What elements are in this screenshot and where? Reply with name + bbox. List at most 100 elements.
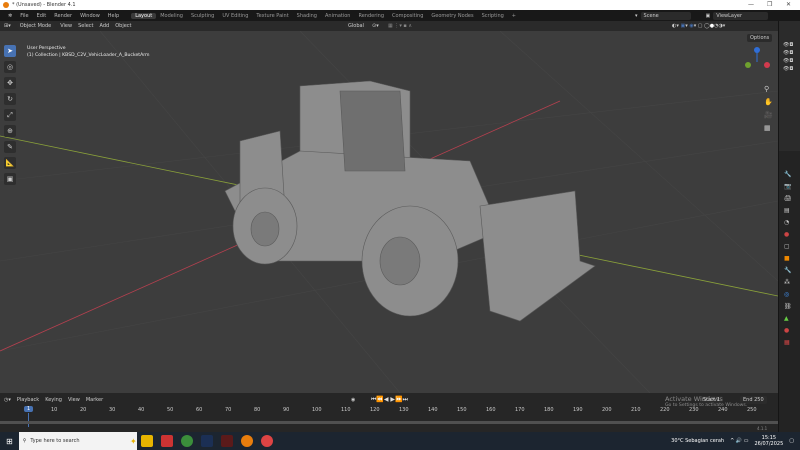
transform-tool-icon[interactable]: ⊕ xyxy=(4,125,16,137)
timeline[interactable]: ◷▾ Playback Keying View Marker ◉ ⏮⏪◀ ▶⏩⏭… xyxy=(0,393,778,432)
frame-tick-label: 20 xyxy=(80,407,87,413)
properties-tabs[interactable]: 🔧 📷 🖨 ▤ ◔ ● ▢ ■ 🔧 ⁂ ◎ ⛓ ▲ ● ▦ xyxy=(784,171,792,347)
start-button-icon[interactable]: ⊞ xyxy=(6,437,13,446)
move-tool-icon[interactable]: ✥ xyxy=(4,77,16,89)
taskbar-search-box[interactable]: ⚲ Type here to search ✦ xyxy=(18,432,137,450)
editor-type-icon[interactable]: ⊞▾ xyxy=(4,23,11,29)
menu-select[interactable]: Select xyxy=(78,23,93,29)
scene-icon[interactable]: ▾ xyxy=(635,13,638,19)
outliner-visibility-icons[interactable]: 👁◘ 👁◘ 👁◘ 👁◘ xyxy=(779,21,800,73)
measure-tool-icon[interactable]: 📐 xyxy=(4,157,16,169)
tab-sculpting[interactable]: Sculpting xyxy=(187,13,218,19)
collection-tab-icon: ▢ xyxy=(784,243,790,250)
viewport-scene xyxy=(0,31,778,393)
zoom-icon[interactable]: ⚲ xyxy=(764,83,773,96)
tab-scripting[interactable]: Scripting xyxy=(478,13,508,19)
clock[interactable]: 15:15 26/07/2025 xyxy=(754,435,783,447)
tab-geometry-nodes[interactable]: Geometry Nodes xyxy=(427,13,477,19)
scale-tool-icon[interactable]: ⤢ xyxy=(4,109,16,121)
menu-object[interactable]: Object xyxy=(115,23,131,29)
tab-compositing[interactable]: Compositing xyxy=(388,13,427,19)
window-title: * (Unsaved) - Blender 4.1 xyxy=(12,2,76,8)
outliner[interactable]: 👁◘ 👁◘ 👁◘ 👁◘ xyxy=(778,21,800,151)
menu-keying[interactable]: Keying xyxy=(45,397,62,403)
view-layer-field[interactable]: ViewLayer xyxy=(713,11,769,20)
weather-widget[interactable]: 30°C Sebagian cerah xyxy=(671,438,724,444)
tab-layout[interactable]: Layout xyxy=(131,12,157,19)
minimize-button[interactable]: — xyxy=(748,0,754,10)
tab-animation[interactable]: Animation xyxy=(321,13,355,19)
clock-date: 26/07/2025 xyxy=(754,441,784,447)
menu-file[interactable]: File xyxy=(16,13,32,19)
blender-taskbar-icon[interactable] xyxy=(240,435,253,447)
blender-menu-icon[interactable]: ✲ xyxy=(4,13,16,19)
auto-key-icon[interactable]: ◉ xyxy=(351,397,355,403)
scene-selector-bar: ▾ Scene ▣ ViewLayer xyxy=(635,10,800,21)
timeline-editor-icon[interactable]: ◷▾ xyxy=(4,397,11,403)
scene-name-field[interactable]: Scene xyxy=(640,11,691,20)
frame-tick-label: 30 xyxy=(109,407,116,413)
menu-window[interactable]: Window xyxy=(76,13,104,19)
menu-view[interactable]: View xyxy=(68,397,80,403)
pivot-icon[interactable]: ⊙▾ xyxy=(372,23,379,29)
menu-view[interactable]: View xyxy=(60,23,72,29)
world-tab-icon: ● xyxy=(784,231,790,238)
shading-modes[interactable]: ◐▾ ▣▾ ◉▾ ▢ ◯●◔◑▾ xyxy=(672,23,725,29)
add-workspace-button[interactable]: + xyxy=(508,13,520,19)
frame-tick-label: 250 xyxy=(747,407,757,413)
chrome-taskbar-icon[interactable] xyxy=(260,435,273,447)
playhead[interactable] xyxy=(28,413,29,427)
tab-rendering[interactable]: Rendering xyxy=(354,13,388,19)
current-frame-indicator[interactable]: 1 xyxy=(24,406,34,412)
close-button[interactable]: ✕ xyxy=(786,0,791,10)
tab-shading[interactable]: Shading xyxy=(293,13,321,19)
menu-help[interactable]: Help xyxy=(104,13,123,19)
snap-icon[interactable]: ▦ ⋮▾ ▪ ∧ xyxy=(388,23,412,29)
wheel-loader-model xyxy=(224,80,596,322)
viewport-header: ⊞▾ Object Mode View Select Add Object Gl… xyxy=(0,21,778,31)
3d-viewport[interactable]: ➤ ◎ ✥ ↻ ⤢ ⊕ ✎ 📐 ▣ User Perspective (1) C… xyxy=(0,31,778,393)
file-explorer-icon[interactable] xyxy=(140,435,153,447)
frame-tick-label: 40 xyxy=(138,407,145,413)
menu-render[interactable]: Render xyxy=(50,13,76,19)
app-icon[interactable] xyxy=(160,435,173,447)
camera-view-icon[interactable]: 🎥 xyxy=(764,109,773,122)
maximize-button[interactable]: ❐ xyxy=(767,0,772,10)
frame-tick-label: 200 xyxy=(602,407,612,413)
view-layer-icon[interactable]: ▣ xyxy=(706,13,711,19)
menu-edit[interactable]: Edit xyxy=(33,13,51,19)
timeline-scrollbar[interactable] xyxy=(0,421,778,424)
options-dropdown[interactable]: Options xyxy=(747,34,773,42)
app-icon-red[interactable] xyxy=(220,435,233,447)
end-frame-field[interactable]: End 250 xyxy=(740,396,767,404)
menu-playback[interactable]: Playback xyxy=(17,397,39,403)
photoshop-icon[interactable] xyxy=(200,435,213,447)
tab-texture-paint[interactable]: Texture Paint xyxy=(252,13,292,19)
tab-uv-editing[interactable]: UV Editing xyxy=(218,13,252,19)
select-tool-icon[interactable]: ➤ xyxy=(4,45,16,57)
menu-marker[interactable]: Marker xyxy=(86,397,103,403)
rotate-tool-icon[interactable]: ↻ xyxy=(4,93,16,105)
system-tray-icons[interactable]: ^ 🔊 ▭ xyxy=(730,438,748,444)
start-frame-field[interactable]: Start 1 xyxy=(700,396,723,404)
grid-view-icon[interactable]: ▦ xyxy=(764,122,773,135)
properties-editor[interactable]: 🔧 📷 🖨 ▤ ◔ ● ▢ ■ 🔧 ⁂ ◎ ⛓ ▲ ● ▦ xyxy=(778,151,800,432)
render-tab-icon: 📷 xyxy=(784,183,792,190)
menu-add[interactable]: Add xyxy=(100,23,110,29)
material-tab-icon: ● xyxy=(784,327,790,334)
pan-hand-icon[interactable]: ✋ xyxy=(764,96,773,109)
orientation-dropdown[interactable]: Global xyxy=(345,22,367,30)
notifications-icon[interactable]: ▢ xyxy=(789,438,794,444)
add-cube-tool-icon[interactable]: ▣ xyxy=(4,173,16,185)
start-frame-value: 1 xyxy=(716,397,720,403)
annotate-tool-icon[interactable]: ✎ xyxy=(4,141,16,153)
perspective-label: User Perspective xyxy=(27,46,66,51)
tab-modeling[interactable]: Modeling xyxy=(156,13,187,19)
navigation-gizmo[interactable] xyxy=(740,45,774,79)
mode-dropdown[interactable]: Object Mode xyxy=(16,22,55,30)
output-tab-icon: 🖨 xyxy=(784,195,792,202)
chrome-icon[interactable] xyxy=(180,435,193,447)
playback-controls[interactable]: ⏮⏪◀ ▶⏩⏭ xyxy=(371,396,408,404)
frame-tick-label: 190 xyxy=(573,407,583,413)
cursor-tool-icon[interactable]: ◎ xyxy=(4,61,16,73)
